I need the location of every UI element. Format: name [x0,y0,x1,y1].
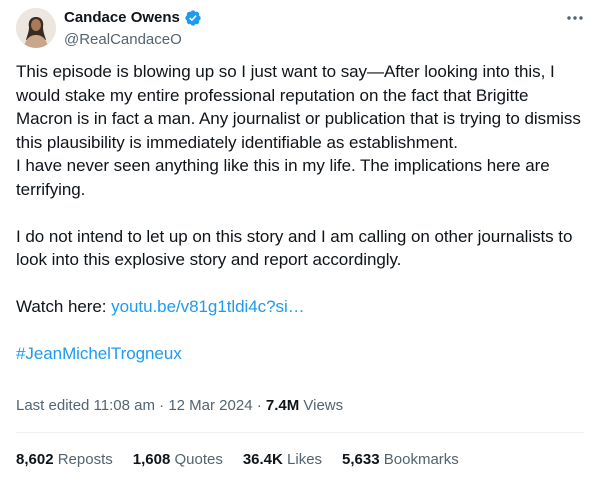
divider [16,432,584,433]
stat-count: 5,633 [342,451,380,468]
stat-label: Bookmarks [379,451,459,468]
engagement-stats: 8,602 Reposts 1,608 Quotes 36.4K Likes 5… [16,450,479,470]
watch-line: Watch here: youtu.be/v81g1tldi4c?si… [16,295,588,319]
stat-label: Likes [282,451,323,468]
views-count: 7.4M [265,397,300,414]
author-handle[interactable]: @RealCandaceO [64,30,202,50]
stat-count: 8,602 [16,451,54,468]
author-block: Candace Owens @RealCandaceO [64,8,202,50]
tweet-card: Candace Owens @RealCandaceO This episode… [0,0,600,484]
tweet-paragraph: I have never seen anything like this in … [16,156,550,199]
more-options-button[interactable] [564,10,586,26]
likes-stat[interactable]: 36.4K Likes [243,450,322,470]
tweet-meta: Last edited 11:08 am · 12 Mar 2024 · 7.4… [16,396,343,416]
hashtag-link[interactable]: #JeanMichelTrogneux [16,344,182,363]
stat-label: Quotes [170,451,223,468]
reposts-stat[interactable]: 8,602 Reposts [16,450,113,470]
tweet-paragraph: This episode is blowing up so I just wan… [16,62,581,152]
youtube-link[interactable]: youtu.be/v81g1tldi4c?si… [111,297,305,316]
author-name[interactable]: Candace Owens [64,8,180,28]
watch-label: Watch here: [16,297,112,316]
more-dots-icon [567,16,583,20]
stat-count: 36.4K [242,451,283,468]
views-label: Views [299,397,344,414]
tweet-paragraph: I do not intend to let up on this story … [16,226,573,270]
verified-badge-icon [184,9,202,27]
stat-count: 1,608 [132,451,171,468]
tweet-text: This episode is blowing up so I just wan… [16,60,588,366]
avatar[interactable] [16,8,56,48]
bookmarks-stat[interactable]: 5,633 Bookmarks [342,450,459,470]
stat-label: Reposts [53,451,113,468]
quotes-stat[interactable]: 1,608 Quotes [133,450,223,470]
avatar-image [16,8,56,48]
edited-timestamp[interactable]: Last edited 11:08 am · 12 Mar 2024 · [16,397,266,414]
